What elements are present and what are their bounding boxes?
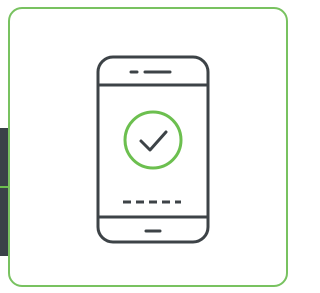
checkmark-icon [139, 130, 168, 152]
icon-tile-stage [0, 0, 294, 293]
check-circle-icon [123, 110, 183, 170]
smartphone-verified-icon [96, 55, 210, 244]
